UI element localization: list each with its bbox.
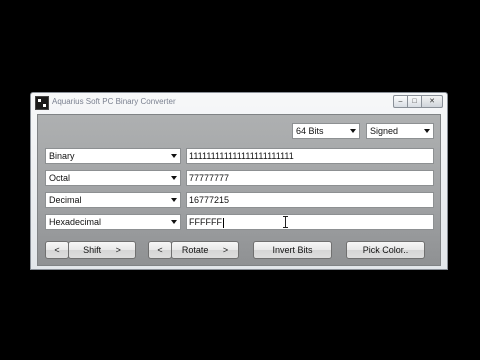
chevron-down-icon	[424, 129, 430, 133]
title-bar[interactable]: Aquarius Soft PC Binary Converter – □ ✕	[31, 93, 447, 113]
converter-window: Aquarius Soft PC Binary Converter – □ ✕ …	[30, 92, 448, 270]
bit-width-select[interactable]: 64 Bits	[292, 123, 360, 139]
base-select-octal[interactable]: Octal	[45, 170, 181, 186]
window-title: Aquarius Soft PC Binary Converter	[52, 97, 176, 106]
octal-value-text: 77777777	[189, 173, 230, 183]
base-select-value: Decimal	[49, 195, 82, 205]
chevron-down-icon	[171, 220, 177, 224]
minimize-button[interactable]: –	[393, 95, 408, 108]
shift-button[interactable]: Shift >	[68, 241, 136, 259]
app-icon[interactable]	[35, 96, 49, 110]
octal-value-field[interactable]: 77777777	[186, 170, 434, 186]
rotate-left-button[interactable]: <	[148, 241, 172, 259]
hexadecimal-value-text: FFFFFF	[189, 217, 222, 227]
base-select-value: Octal	[49, 173, 71, 183]
shift-left-button[interactable]: <	[45, 241, 69, 259]
text-caret	[223, 217, 224, 228]
base-select-hexadecimal[interactable]: Hexadecimal	[45, 214, 181, 230]
converter-panel: 64 Bits Signed Binary 111111111111111111…	[37, 114, 441, 266]
sign-mode-value: Signed	[370, 126, 399, 136]
base-select-decimal[interactable]: Decimal	[45, 192, 181, 208]
decimal-value-text: 16777215	[189, 195, 230, 205]
invert-bits-button[interactable]: Invert Bits	[253, 241, 332, 259]
close-button[interactable]: ✕	[422, 95, 443, 108]
binary-value-text: 111111111111111111111111	[189, 151, 294, 161]
binary-value-field[interactable]: 111111111111111111111111	[186, 148, 434, 164]
base-select-value: Binary	[49, 151, 75, 161]
rotate-label: Rotate	[181, 245, 209, 255]
decimal-value-field[interactable]: 16777215	[186, 192, 434, 208]
base-select-value: Hexadecimal	[49, 217, 102, 227]
shift-right-label: >	[115, 245, 121, 255]
i-beam-cursor-icon	[282, 216, 290, 228]
rotate-right-label: >	[222, 245, 229, 255]
maximize-button[interactable]: □	[408, 95, 422, 108]
sign-mode-select[interactable]: Signed	[366, 123, 434, 139]
chevron-down-icon	[171, 198, 177, 202]
hexadecimal-value-field[interactable]: FFFFFF	[186, 214, 434, 230]
shift-label: Shift	[83, 245, 102, 255]
rotate-button[interactable]: Rotate >	[171, 241, 239, 259]
chevron-down-icon	[171, 176, 177, 180]
base-select-binary[interactable]: Binary	[45, 148, 181, 164]
pick-color-button[interactable]: Pick Color..	[346, 241, 425, 259]
chevron-down-icon	[171, 154, 177, 158]
bit-width-value: 64 Bits	[296, 126, 324, 136]
chevron-down-icon	[350, 129, 356, 133]
window-controls: – □ ✕	[393, 95, 443, 108]
